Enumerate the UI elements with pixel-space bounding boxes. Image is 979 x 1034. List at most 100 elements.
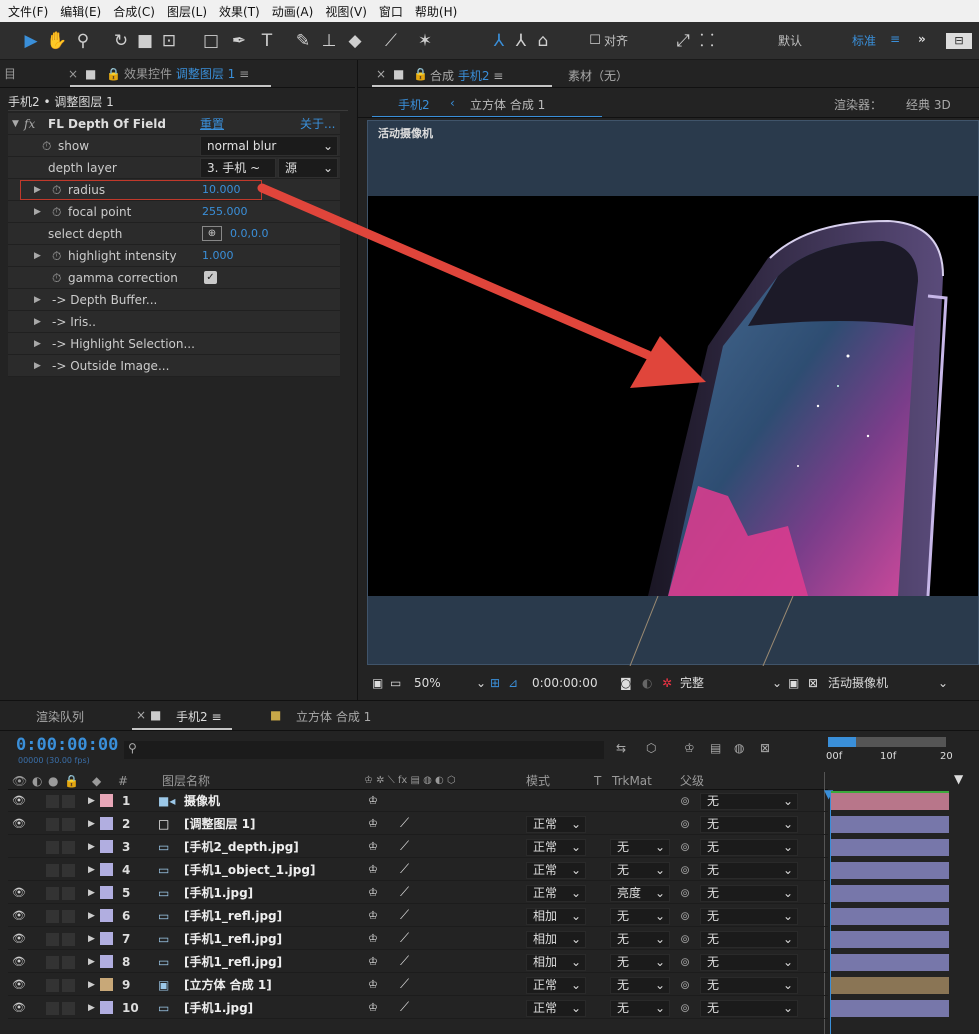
mode-dropdown[interactable]: 相加 ⌄ [526, 908, 586, 925]
time-navigator-end-icon[interactable]: ▼ [954, 772, 963, 786]
shy-switch-icon[interactable]: ♔ [368, 814, 378, 834]
trkmat-dropdown[interactable]: 无 ⌄ [610, 862, 670, 879]
solo-box[interactable] [46, 818, 59, 831]
shy-switch-icon[interactable]: ♔ [368, 929, 378, 949]
layer-duration-bar[interactable] [831, 1000, 949, 1017]
label-color-swatch[interactable] [100, 817, 113, 830]
layer-row[interactable]: 👁 ▶ 6 ▭ [手机1_refl.jpg] ♔ ⟋ 相加 ⌄ 无 ⌄ ⊚ 无 ⌄ [8, 906, 828, 927]
parent-dropdown[interactable]: 无 ⌄ [700, 908, 798, 925]
eye-icon[interactable]: 👁 [12, 975, 26, 995]
mode-dropdown[interactable]: 相加 ⌄ [526, 954, 586, 971]
quality-switch-icon[interactable]: ⟋ [400, 837, 409, 857]
solo-box[interactable] [46, 864, 59, 877]
shy-switch-icon[interactable]: ♔ [368, 952, 378, 972]
expand-icon[interactable]: ▶ [88, 814, 95, 834]
layer-row[interactable]: 👁 ▶ 5 ▭ [手机1.jpg] ♔ ⟋ 正常 ⌄ 亮度 ⌄ ⊚ 无 ⌄ [8, 883, 828, 904]
layer-name[interactable]: [立方体 合成 1] [184, 975, 272, 995]
layer-search-input[interactable]: ⚲ [124, 741, 604, 759]
eye-icon[interactable]: 👁 [12, 791, 26, 811]
trkmat-dropdown[interactable]: 无 ⌄ [610, 931, 670, 948]
cube-comp-tab[interactable]: 立方体 合成 1 [296, 708, 371, 725]
quality-switch-icon[interactable]: ⟋ [400, 814, 409, 834]
pickwhip-icon[interactable]: ⊚ [680, 814, 690, 834]
pickwhip-icon[interactable]: ⊚ [680, 791, 690, 811]
draft-3d-icon[interactable]: ⬡ [646, 741, 656, 755]
shy-switch-icon[interactable]: ♔ [368, 883, 378, 903]
layer-name[interactable]: [手机1_object_1.jpg] [184, 860, 315, 880]
label-color-swatch[interactable] [100, 978, 113, 991]
lock-box[interactable] [62, 818, 75, 831]
mode-dropdown[interactable]: 相加 ⌄ [526, 931, 586, 948]
work-area-bar[interactable] [828, 737, 946, 747]
layer-name[interactable]: [手机1_refl.jpg] [184, 952, 282, 972]
close-tab-icon[interactable]: × [136, 708, 146, 722]
label-color-swatch[interactable] [100, 1001, 113, 1014]
mode-dropdown[interactable]: 正常 ⌄ [526, 977, 586, 994]
parent-dropdown[interactable]: 无 ⌄ [700, 977, 798, 994]
lock-box[interactable] [62, 795, 75, 808]
shy-switch-icon[interactable]: ♔ [368, 906, 378, 926]
expand-icon[interactable]: ▶ [88, 975, 95, 995]
name-column-header[interactable]: 图层名称 [162, 772, 210, 790]
motion-blur-icon[interactable]: ◍ [734, 741, 744, 755]
parent-dropdown[interactable]: 无 ⌄ [700, 816, 798, 833]
frame-blending-icon[interactable]: ▤ [710, 741, 721, 755]
layer-name[interactable]: [手机1_refl.jpg] [184, 929, 282, 949]
shy-switch-icon[interactable]: ♔ [368, 975, 378, 995]
mode-dropdown[interactable]: 正常 ⌄ [526, 1000, 586, 1017]
layer-name[interactable]: [手机1_refl.jpg] [184, 906, 282, 926]
solo-box[interactable] [46, 887, 59, 900]
lock-box[interactable] [62, 933, 75, 946]
eye-icon[interactable]: 👁 [12, 906, 26, 926]
eye-icon[interactable]: 👁 [12, 952, 26, 972]
expand-icon[interactable]: ▶ [88, 952, 95, 972]
label-color-swatch[interactable] [100, 955, 113, 968]
quality-switch-icon[interactable]: ⟋ [400, 860, 409, 880]
solo-box[interactable] [46, 910, 59, 923]
layer-row[interactable]: ▶ 3 ▭ [手机2_depth.jpg] ♔ ⟋ 正常 ⌄ 无 ⌄ ⊚ 无 ⌄ [8, 837, 828, 858]
label-color-swatch[interactable] [100, 886, 113, 899]
parent-dropdown[interactable]: 无 ⌄ [700, 1000, 798, 1017]
comp-mini-flowchart-icon[interactable]: ⇆ [616, 741, 626, 755]
shy-switch-icon[interactable]: ♔ [368, 837, 378, 857]
mode-dropdown[interactable]: 正常 ⌄ [526, 862, 586, 879]
expand-icon[interactable]: ▶ [88, 860, 95, 880]
solo-box[interactable] [46, 841, 59, 854]
lock-box[interactable] [62, 887, 75, 900]
label-color-swatch[interactable] [100, 909, 113, 922]
trkmat-dropdown[interactable]: 无 ⌄ [610, 977, 670, 994]
label-color-swatch[interactable] [100, 840, 113, 853]
expand-icon[interactable]: ▶ [88, 837, 95, 857]
solo-box[interactable] [46, 1002, 59, 1015]
layer-row[interactable]: 👁 ▶ 7 ▭ [手机1_refl.jpg] ♔ ⟋ 相加 ⌄ 无 ⌄ ⊚ 无 ⌄ [8, 929, 828, 950]
label-color-swatch[interactable] [100, 863, 113, 876]
pickwhip-icon[interactable]: ⊚ [680, 929, 690, 949]
solo-box[interactable] [46, 933, 59, 946]
trkmat-dropdown[interactable]: 无 ⌄ [610, 839, 670, 856]
layer-duration-bar[interactable] [831, 816, 949, 833]
layer-duration-bar[interactable] [831, 793, 949, 810]
mode-dropdown[interactable]: 正常 ⌄ [526, 839, 586, 856]
timeline-comp-tab[interactable]: 手机2 ≡ [176, 708, 222, 725]
quality-switch-icon[interactable]: ⟋ [400, 906, 409, 926]
quality-switch-icon[interactable]: ⟋ [400, 929, 409, 949]
trkmat-dropdown[interactable]: 无 ⌄ [610, 1000, 670, 1017]
layer-row[interactable]: 👁 ▶ 1 ■◂ 摄像机 ♔ ⊚ 无 ⌄ [8, 791, 828, 812]
parent-dropdown[interactable]: 无 ⌄ [700, 793, 798, 810]
pickwhip-icon[interactable]: ⊚ [680, 906, 690, 926]
layer-duration-bar[interactable] [831, 931, 949, 948]
label-color-swatch[interactable] [100, 932, 113, 945]
eye-icon[interactable]: 👁 [12, 814, 26, 834]
layer-name[interactable]: 摄像机 [184, 791, 220, 811]
parent-dropdown[interactable]: 无 ⌄ [700, 885, 798, 902]
layer-name[interactable]: [调整图层 1] [184, 814, 256, 834]
solo-box[interactable] [46, 795, 59, 808]
eye-icon[interactable]: 👁 [12, 883, 26, 903]
quality-switch-icon[interactable]: ⟋ [400, 883, 409, 903]
layer-row[interactable]: 👁 ▶ 10 ▭ [手机1.jpg] ♔ ⟋ 正常 ⌄ 无 ⌄ ⊚ 无 ⌄ [8, 998, 828, 1019]
layer-name[interactable]: [手机1.jpg] [184, 998, 253, 1018]
label-color-swatch[interactable] [100, 794, 113, 807]
layer-duration-bar[interactable] [831, 977, 949, 994]
mode-dropdown[interactable]: 正常 ⌄ [526, 885, 586, 902]
quality-switch-icon[interactable]: ⟋ [400, 952, 409, 972]
